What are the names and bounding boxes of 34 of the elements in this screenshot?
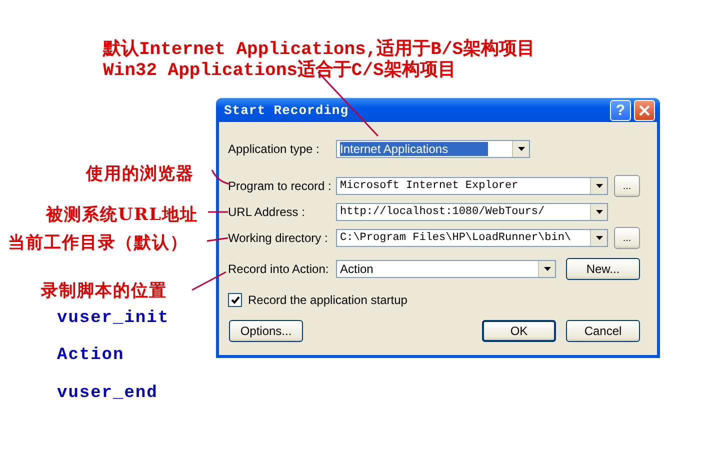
window-title: Start Recording — [224, 102, 350, 118]
field-label: URL Address : — [228, 205, 306, 219]
leader-line — [211, 170, 230, 185]
annotation-text: 使用的浏览器 — [86, 163, 194, 185]
leader-line — [206, 237, 228, 242]
annotation-text: Win32 Applications适合于C/S架构项目 — [103, 58, 456, 81]
combo-field[interactable]: http://localhost:1080/WebTours/ — [336, 203, 608, 221]
leader-line — [208, 211, 228, 213]
checkbox[interactable] — [228, 293, 242, 307]
checkbox-label: Record the application startup — [248, 293, 408, 307]
close-icon — [639, 104, 650, 116]
function-name: vuser_end — [57, 384, 158, 403]
annotation-text: 被测系统URL地址 — [46, 204, 198, 226]
annotation-text: 默认Internet Applications,适用于B/S架构项目 — [103, 38, 536, 60]
dropdown-field[interactable]: Action — [336, 260, 556, 278]
function-name: Action — [57, 346, 124, 365]
new-button[interactable]: New... — [566, 258, 640, 280]
browse-button[interactable]: ... — [614, 175, 640, 197]
function-name: vuser_init — [57, 309, 170, 328]
field-label: Program to record : — [228, 179, 332, 193]
cancel-button[interactable]: Cancel — [566, 320, 640, 342]
leader-line — [192, 271, 226, 291]
field-label: Working directory : — [228, 231, 329, 245]
ok-button[interactable]: OK — [482, 320, 556, 342]
field-label: Application type : — [228, 142, 320, 156]
field-label: Record into Action: — [228, 262, 330, 276]
dropdown-field[interactable]: Internet Applications — [336, 140, 530, 158]
annotation-text: 当前工作目录（默认） — [8, 232, 188, 254]
browse-button[interactable]: ... — [614, 227, 640, 249]
combo-field[interactable]: C:\Program Files\HP\LoadRunner\bin\ — [336, 229, 608, 247]
annotation-text: 录制脚本的位置 — [41, 280, 167, 302]
close-button[interactable] — [634, 100, 655, 120]
combo-field[interactable]: Microsoft Internet Explorer — [336, 177, 608, 195]
options-button[interactable]: Options... — [229, 320, 303, 342]
